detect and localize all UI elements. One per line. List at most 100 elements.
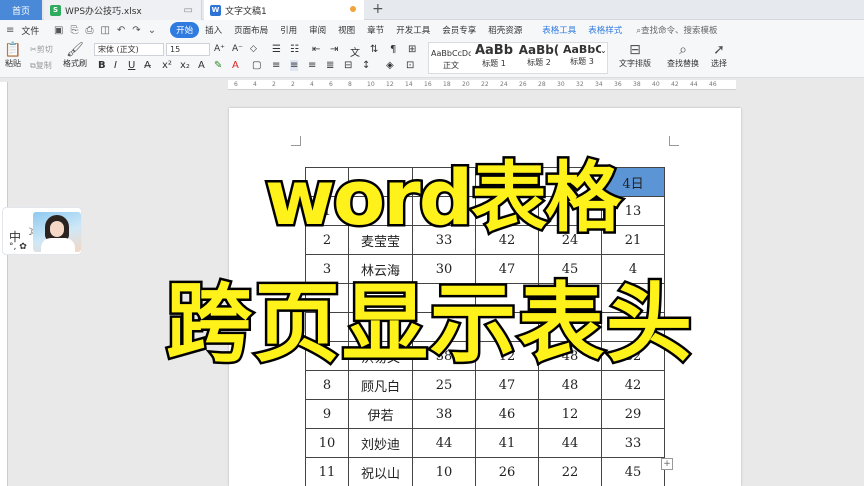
style-heading-1-sample: AaBb xyxy=(474,43,514,58)
style-normal-name: 正文 xyxy=(443,61,459,70)
distribute-icon[interactable]: ⊟ xyxy=(344,60,352,71)
align-right-icon[interactable]: ≡ xyxy=(308,60,316,71)
bold-icon[interactable]: B xyxy=(98,60,106,71)
show-marks-icon[interactable]: ¶ xyxy=(390,44,396,55)
cut-button[interactable]: ✂剪切 xyxy=(30,44,53,55)
menu-docer[interactable]: 稻壳资源 xyxy=(482,22,528,38)
table-row: 11 祝以山 10 26 22 45 xyxy=(305,457,665,486)
font-color-icon[interactable]: A xyxy=(232,60,239,71)
cut-label: 剪切 xyxy=(36,45,53,54)
font-size-select[interactable]: 15 xyxy=(166,43,210,56)
table-cell[interactable]: 刘妙迪 xyxy=(348,428,413,458)
menu-page-layout[interactable]: 页面布局 xyxy=(228,22,274,38)
char-border-icon[interactable]: ▢ xyxy=(252,60,261,71)
bullet-list-icon[interactable]: ☰ xyxy=(272,44,281,55)
highlight-icon[interactable]: ✎ xyxy=(214,60,222,71)
shrink-font-icon[interactable]: A⁻ xyxy=(232,44,243,54)
table-cell[interactable]: 11 xyxy=(305,457,349,486)
style-normal[interactable]: AaBbCcDd 正文 xyxy=(431,43,471,73)
shading-icon[interactable]: ◈ xyxy=(386,60,394,71)
tab-word-file[interactable]: W 文字文稿1 xyxy=(204,0,364,20)
ruler-tick-label: 34 xyxy=(595,81,603,88)
table-cell[interactable]: 46 xyxy=(475,399,539,429)
command-search[interactable]: ⌕查找命令、搜索模板 xyxy=(636,24,717,36)
paste-button[interactable]: 📋 粘贴 xyxy=(3,42,23,69)
menu-view[interactable]: 视图 xyxy=(332,22,361,38)
menu-review[interactable]: 审阅 xyxy=(303,22,332,38)
align-left-icon[interactable]: ≡ xyxy=(272,60,280,71)
table-cell[interactable]: 9 xyxy=(305,399,349,429)
save-icon[interactable]: ▣ xyxy=(54,25,63,36)
table-cell[interactable]: 伊若 xyxy=(348,399,413,429)
table-cell[interactable]: 44 xyxy=(538,428,602,458)
menu-table-style[interactable]: 表格样式 xyxy=(582,22,628,38)
table-cell[interactable]: 12 xyxy=(538,399,602,429)
ruler-tick-label: 4 xyxy=(310,81,314,88)
style-heading-2[interactable]: AaBb( 标题 2 xyxy=(517,43,561,73)
decrease-indent-icon[interactable]: ⇤ xyxy=(312,44,320,55)
tab-excel-file[interactable]: S WPS办公技巧.xlsx ▭ xyxy=(44,0,202,20)
find-replace-button[interactable]: ⌕ 查找替换 xyxy=(660,42,706,69)
ruler-tick-label: 12 xyxy=(386,81,394,88)
justify-icon[interactable]: ≣ xyxy=(326,60,334,71)
sort-icon[interactable]: ⇅ xyxy=(370,44,378,55)
table-cell[interactable]: 22 xyxy=(538,457,602,486)
undo-icon[interactable]: ↶ xyxy=(117,25,125,36)
tab-home[interactable]: 首页 xyxy=(0,0,42,20)
table-cell[interactable]: 29 xyxy=(601,399,665,429)
quick-access-chevron-icon[interactable]: ⌄ xyxy=(148,25,156,36)
table-cell[interactable]: 41 xyxy=(475,428,539,458)
menu-insert[interactable]: 插入 xyxy=(199,22,228,38)
file-menu[interactable]: ≡ 文件 xyxy=(0,24,54,37)
superscript-icon[interactable]: x² xyxy=(162,60,172,71)
menu-start[interactable]: 开始 xyxy=(170,22,200,38)
copy-button[interactable]: ⧉复制 xyxy=(30,60,52,71)
chinese-layout-icon[interactable]: 文 xyxy=(350,44,360,59)
numbered-list-icon[interactable]: ☷ xyxy=(290,44,299,55)
align-center-icon[interactable]: ≡ xyxy=(290,60,299,71)
menu-bar: ≡ 文件 ▣ ⎘ ⎙ ◫ ↶ ↷ ⌄ 开始 插入 页面布局 引用 审阅 视图 章… xyxy=(0,20,864,40)
ruler-tick-label: 30 xyxy=(557,81,565,88)
horizontal-ruler[interactable]: 6 4 2 2 4 6 8 10 12 14 16 18 20 22 24 26 28 30 32 34 36 38 40 4… xyxy=(228,80,736,90)
format-painter-button[interactable]: 🖌 格式刷 xyxy=(62,42,88,69)
grow-font-icon[interactable]: A⁺ xyxy=(214,44,225,54)
print-icon[interactable]: ⎙ xyxy=(85,25,93,36)
menu-member[interactable]: 会员专享 xyxy=(436,22,482,38)
command-search-placeholder: 查找命令、搜索模板 xyxy=(641,26,718,36)
borders-icon[interactable]: ⊡ xyxy=(406,60,414,71)
table-cell[interactable]: 44 xyxy=(412,428,476,458)
text-effect-icon[interactable]: A xyxy=(198,60,205,71)
italic-icon[interactable]: I xyxy=(114,60,117,71)
menu-section[interactable]: 章节 xyxy=(361,22,390,38)
export-icon[interactable]: ⎘ xyxy=(70,25,78,36)
menu-table-tools[interactable]: 表格工具 xyxy=(536,22,582,38)
table-cell[interactable]: 33 xyxy=(601,428,665,458)
table-cell[interactable]: 10 xyxy=(412,457,476,486)
table-cell[interactable]: 26 xyxy=(475,457,539,486)
table-cell[interactable]: 10 xyxy=(305,428,349,458)
clear-format-icon[interactable]: ◇ xyxy=(250,44,257,54)
underline-icon[interactable]: U xyxy=(128,60,135,71)
menu-developer[interactable]: 开发工具 xyxy=(390,22,436,38)
strikethrough-icon[interactable]: A̶ xyxy=(144,60,151,71)
text-layout-button[interactable]: ⊟ 文字排版 xyxy=(612,42,658,69)
ruler-tick-label: 46 xyxy=(709,81,717,88)
style-gallery-more-icon[interactable]: ⌄ xyxy=(600,46,607,55)
new-tab-plus-icon[interactable]: + xyxy=(372,1,384,17)
menu-references[interactable]: 引用 xyxy=(274,22,303,38)
subscript-icon[interactable]: x₂ xyxy=(180,60,190,71)
line-spacing-icon[interactable]: ↕ xyxy=(362,60,370,71)
style-heading-1[interactable]: AaBb 标题 1 xyxy=(473,43,515,73)
table-cell[interactable]: 38 xyxy=(412,399,476,429)
table-cell[interactable]: 45 xyxy=(601,457,665,486)
style-heading-3[interactable]: AaBbC 标题 3 xyxy=(563,43,601,73)
increase-indent-icon[interactable]: ⇥ xyxy=(330,44,338,55)
tab-close-icon[interactable]: ▭ xyxy=(184,5,193,16)
table-cell[interactable]: 祝以山 xyxy=(348,457,413,486)
preview-icon[interactable]: ◫ xyxy=(100,25,109,36)
font-name-select[interactable]: 宋体 (正文) xyxy=(94,43,164,56)
paragraph-settings-icon[interactable]: ⊞ xyxy=(408,44,416,55)
add-row-plus-icon[interactable]: + xyxy=(661,458,673,470)
select-button[interactable]: ➚ 选择 xyxy=(706,42,732,69)
redo-icon[interactable]: ↷ xyxy=(132,25,140,36)
